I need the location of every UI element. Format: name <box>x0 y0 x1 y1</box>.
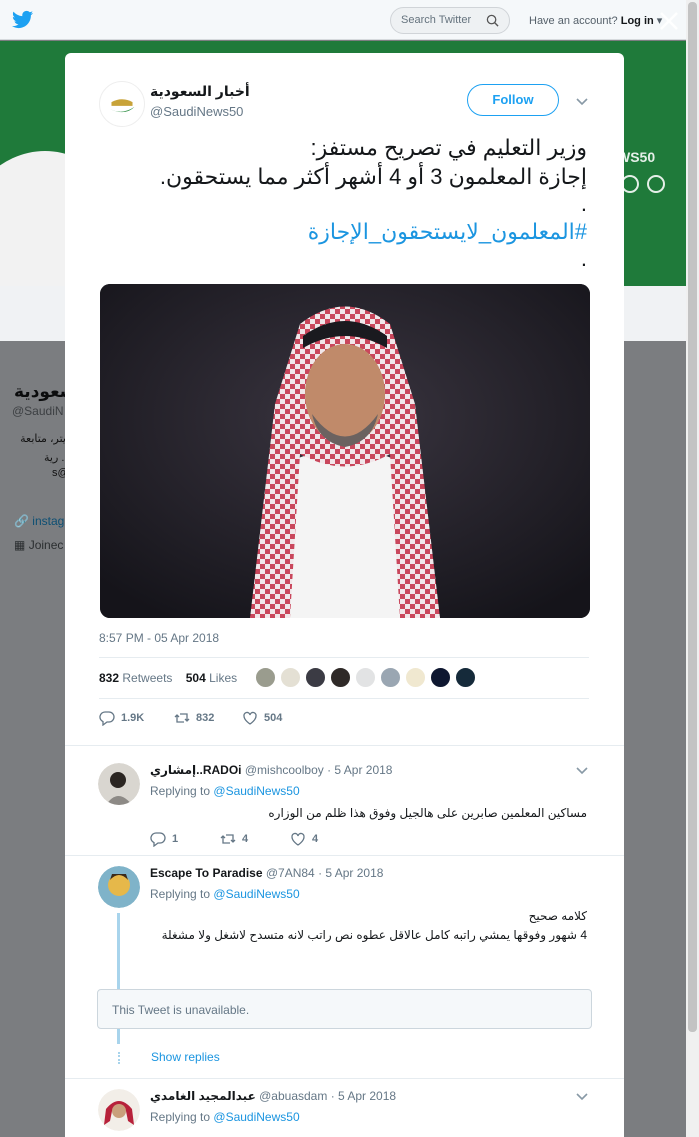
reply-author-name[interactable]: عبدالمجيد الغامدي <box>150 1089 256 1103</box>
divider <box>65 855 624 856</box>
page-scrollbar[interactable] <box>686 0 699 1137</box>
search-input[interactable]: Search Twitter <box>390 7 510 34</box>
reply-author-handle[interactable]: @7AN84 <box>266 866 315 880</box>
profile-handle: @SaudiN <box>12 404 64 418</box>
close-icon[interactable] <box>657 9 681 33</box>
reply-text: كلامه صحيح 4 شهور وفوقها يمشي راتبه كامل… <box>150 907 587 945</box>
reply-header: إمشاري..RADOi @mishcoolboy · 5 Apr 2018 <box>150 763 392 777</box>
reply-icon <box>150 832 166 847</box>
liker-avatar[interactable] <box>280 667 301 688</box>
show-replies-link[interactable]: Show replies <box>151 1050 220 1064</box>
youtube-icon <box>647 175 665 193</box>
replying-to: Replying to @SaudiNews50 <box>150 887 300 901</box>
retweet-action[interactable]: 4 <box>220 831 290 847</box>
likes-stat[interactable]: 504 Likes <box>186 671 237 685</box>
reply-header: Escape To Paradise @7AN84 · 5 Apr 2018 <box>150 866 383 880</box>
liker-avatars <box>255 667 476 688</box>
tweet-stats: 832 Retweets 504 Likes <box>99 671 237 685</box>
account-prompt: Have an account? Log in ▾ <box>529 15 663 27</box>
replying-to-handle[interactable]: @SaudiNews50 <box>213 784 299 798</box>
chevron-down-icon[interactable] <box>576 98 588 106</box>
retweet-stat[interactable]: 832 Retweets <box>99 671 172 685</box>
tweet-text-dot: . <box>580 246 587 271</box>
link-icon: 🔗 <box>14 514 29 528</box>
reply-date[interactable]: · 5 Apr 2018 <box>327 763 392 777</box>
login-link[interactable]: Log in <box>621 15 654 27</box>
divider <box>65 745 624 746</box>
author-avatar[interactable] <box>99 81 145 127</box>
liker-avatar[interactable] <box>305 667 326 688</box>
reply-date[interactable]: · 5 Apr 2018 <box>318 866 383 880</box>
reply-icon <box>99 711 115 726</box>
tweet-actions: 1.9K 832 504 <box>99 710 282 726</box>
retweet-icon <box>220 834 236 844</box>
reply-text-line: كلامه صحيح <box>528 909 587 923</box>
like-action[interactable]: 4 <box>290 831 318 847</box>
profile-joined: ▦ Joinec <box>14 538 64 552</box>
tweet-modal: أخبار السعودية @SaudiNews50 Follow وزير … <box>65 53 624 1137</box>
liker-avatar[interactable] <box>330 667 351 688</box>
thread-line <box>117 1030 120 1044</box>
replying-to-handle[interactable]: @SaudiNews50 <box>213 887 299 901</box>
author-handle[interactable]: @SaudiNews50 <box>150 104 243 119</box>
tweet-timestamp[interactable]: 8:57 PM - 05 Apr 2018 <box>99 631 219 645</box>
scrollbar-thumb[interactable] <box>688 2 697 1032</box>
reply-action[interactable]: 1 <box>150 831 220 847</box>
reply-avatar[interactable] <box>98 763 140 805</box>
liker-avatar[interactable] <box>355 667 376 688</box>
reply-avatar[interactable] <box>98 1089 140 1131</box>
reply-text: مساكين المعلمين صابرين على هالجيل وفوق ه… <box>268 806 587 820</box>
liker-avatar[interactable] <box>405 667 426 688</box>
liker-avatar[interactable] <box>455 667 476 688</box>
tweet-text: وزير التعليم في تصريح مستفز: إجازة المعل… <box>99 133 587 272</box>
heart-icon <box>243 711 257 725</box>
profile-bio-line: رية . <box>44 452 65 464</box>
replying-to-handle[interactable]: @SaudiNews50 <box>213 1110 299 1124</box>
liker-avatar[interactable] <box>380 667 401 688</box>
reply-header: عبدالمجيد الغامدي @abuasdam · 5 Apr 2018 <box>150 1089 396 1103</box>
chevron-down-icon[interactable] <box>576 1093 588 1101</box>
follow-button[interactable]: Follow <box>467 84 559 116</box>
reply-author-name[interactable]: Escape To Paradise <box>150 866 263 880</box>
twitter-bird-icon[interactable] <box>12 10 34 30</box>
liker-avatar[interactable] <box>430 667 451 688</box>
divider <box>99 657 589 658</box>
retweet-icon <box>174 713 190 723</box>
thread-dots <box>118 1052 120 1064</box>
top-navigation-bar: Search Twitter Have an account? Log in ▾ <box>0 0 686 40</box>
tweet-text-line: إجازة المعلمون 3 أو 4 أشهر أكثر مما يستح… <box>159 164 587 189</box>
divider <box>65 1078 624 1079</box>
reply-text-line: 4 شهور وفوقها يمشي راتبه كامل عالاقل عطو… <box>161 928 587 942</box>
unavailable-tweet-notice: This Tweet is unavailable. <box>97 989 592 1029</box>
reply-author-handle[interactable]: @mishcoolboy <box>245 763 324 777</box>
chevron-down-icon[interactable] <box>576 767 588 775</box>
like-action[interactable]: 504 <box>242 710 282 726</box>
reply-action[interactable]: 1.9K <box>99 710 174 726</box>
profile-bio-line: يتر، متابعة <box>20 433 66 445</box>
tweet-text-dot: . <box>580 191 587 216</box>
calendar-icon: ▦ <box>14 538 26 552</box>
replying-to: Replying to @SaudiNews50 <box>150 1110 300 1124</box>
reply-author-handle[interactable]: @abuasdam <box>259 1089 327 1103</box>
reply-author-name[interactable]: إمشاري..RADOi <box>150 763 242 777</box>
reply-date[interactable]: · 5 Apr 2018 <box>331 1089 396 1103</box>
profile-link[interactable]: 🔗 instag <box>14 514 64 528</box>
heart-icon <box>291 832 305 846</box>
replying-to: Replying to @SaudiNews50 <box>150 784 300 798</box>
tweet-text-line: وزير التعليم في تصريح مستفز: <box>310 135 587 160</box>
tweet-photo[interactable] <box>100 284 590 618</box>
liker-avatar[interactable] <box>255 667 276 688</box>
retweet-action[interactable]: 832 <box>174 710 242 726</box>
hashtag-link[interactable]: #المعلمون_لايستحقون_الإجازة <box>99 217 587 246</box>
reply-actions: 1 4 4 <box>150 831 318 847</box>
divider <box>99 698 589 699</box>
search-icon[interactable] <box>486 14 499 27</box>
author-name[interactable]: أخبار السعودية <box>150 83 250 100</box>
reply-avatar[interactable] <box>98 866 140 908</box>
